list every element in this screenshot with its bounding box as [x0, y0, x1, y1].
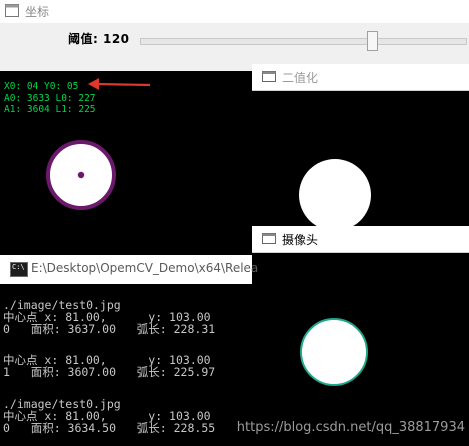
window-icon [262, 233, 276, 244]
center-point [77, 171, 85, 179]
main-window-titlebar[interactable]: 坐标 [0, 0, 469, 24]
annotation-arrow [95, 82, 151, 87]
window-icon [5, 4, 19, 17]
binary-window: 二值化 [252, 64, 469, 229]
console-title: E:\Desktop\OpemCV_Demo\x64\Relea [31, 261, 259, 275]
window-icon [262, 71, 276, 82]
console-line: 0 面积: 3637.00 弧长: 228.31 [3, 322, 216, 336]
console-icon: C:\ [10, 262, 28, 277]
threshold-slider-thumb[interactable] [367, 31, 378, 51]
console-titlebar[interactable]: C:\ E:\Desktop\OpemCV_Demo\x64\Relea [0, 255, 258, 285]
main-image-canvas: X0: 04 Y0: 05 A0: 3633 L0: 227 A1: 3604 … [0, 71, 252, 259]
window-title: 坐标 [25, 5, 50, 19]
threshold-slider-track[interactable] [140, 38, 467, 45]
camera-image [300, 318, 368, 386]
binary-blob [299, 159, 371, 229]
console-line: 1 面积: 3607.00 弧长: 225.97 [3, 365, 216, 379]
window-title: 二值化 [282, 71, 319, 85]
console-line: 0 面积: 3634.50 弧长: 228.55 [3, 421, 216, 435]
binary-window-titlebar[interactable]: 二值化 [252, 64, 469, 91]
camera-window: 摄像头 [252, 226, 469, 446]
window-title: 摄像头 [282, 233, 319, 247]
contour-drawing [46, 78, 151, 210]
arrow-head-icon [88, 78, 99, 90]
binary-image [299, 159, 371, 229]
camera-blob [300, 318, 368, 386]
console-output[interactable]: ./image/test0.jpg 中心点 x: 81.00, y: 103.0… [0, 284, 252, 446]
camera-window-titlebar[interactable]: 摄像头 [252, 226, 469, 253]
console-window: C:\ E:\Desktop\OpemCV_Demo\x64\Relea ./i… [0, 255, 258, 446]
watermark: https://blog.csdn.net/qq_38817934 [236, 420, 465, 435]
trackbar-label: 阈值: 120 [68, 32, 130, 46]
